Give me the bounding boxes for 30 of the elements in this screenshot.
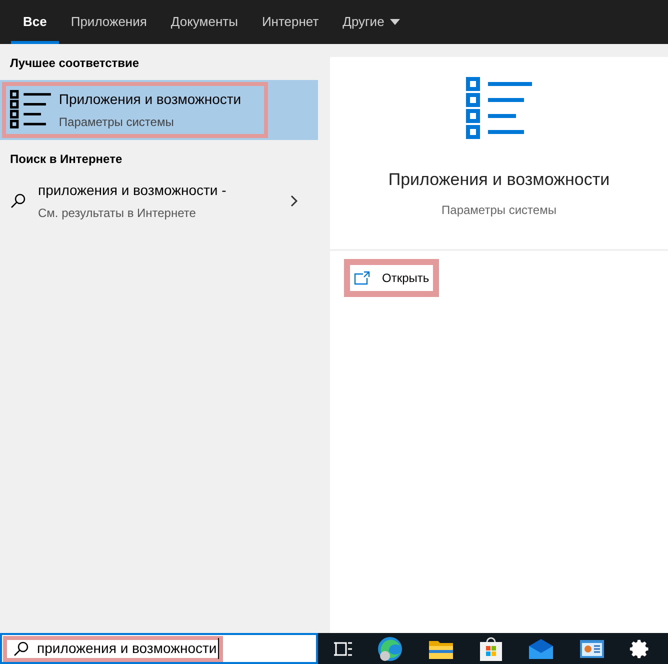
result-subtitle: Параметры системы xyxy=(58,114,175,131)
web-result-item[interactable]: приложения и возможности - См. результаты в Интернете xyxy=(0,176,318,226)
search-text: приложения и возможности xyxy=(37,638,219,659)
result-item[interactable]: Приложения и возможности Параметры системы xyxy=(0,80,318,140)
tab[interactable]: Документы xyxy=(158,0,250,44)
mail-icon[interactable] xyxy=(528,638,554,660)
search-field[interactable]: приложения и возможности xyxy=(0,633,318,664)
search-icon xyxy=(10,193,26,209)
tab[interactable]: Все xyxy=(11,0,59,44)
result-subtitle: См. результаты в Интернете xyxy=(38,205,197,222)
open-window-icon xyxy=(354,270,370,284)
app-window-icon[interactable] xyxy=(578,638,605,660)
caret-icon xyxy=(390,19,400,25)
tab[interactable]: Интернет xyxy=(250,0,331,44)
tab[interactable]: Другие xyxy=(330,0,412,44)
tab[interactable]: Приложения xyxy=(58,0,159,44)
preview-title: Приложения и возможности xyxy=(388,169,610,191)
list-icon xyxy=(10,90,51,130)
browser-icon[interactable] xyxy=(377,636,404,662)
section-heading: Лучшее соответствие xyxy=(9,55,140,72)
result-title: Приложения и возможности xyxy=(58,90,242,109)
preview-subtitle: Параметры системы xyxy=(442,202,556,218)
search-icon xyxy=(13,640,29,656)
open-action[interactable]: Открыть xyxy=(344,258,440,296)
settings-icon[interactable] xyxy=(629,638,652,660)
section-heading: Поиск в Интернете xyxy=(9,151,124,168)
result-title: приложения и возможности - xyxy=(38,181,228,200)
store-icon[interactable] xyxy=(478,636,503,662)
task-view-icon[interactable] xyxy=(334,640,352,658)
chevron-right-icon xyxy=(290,195,298,207)
